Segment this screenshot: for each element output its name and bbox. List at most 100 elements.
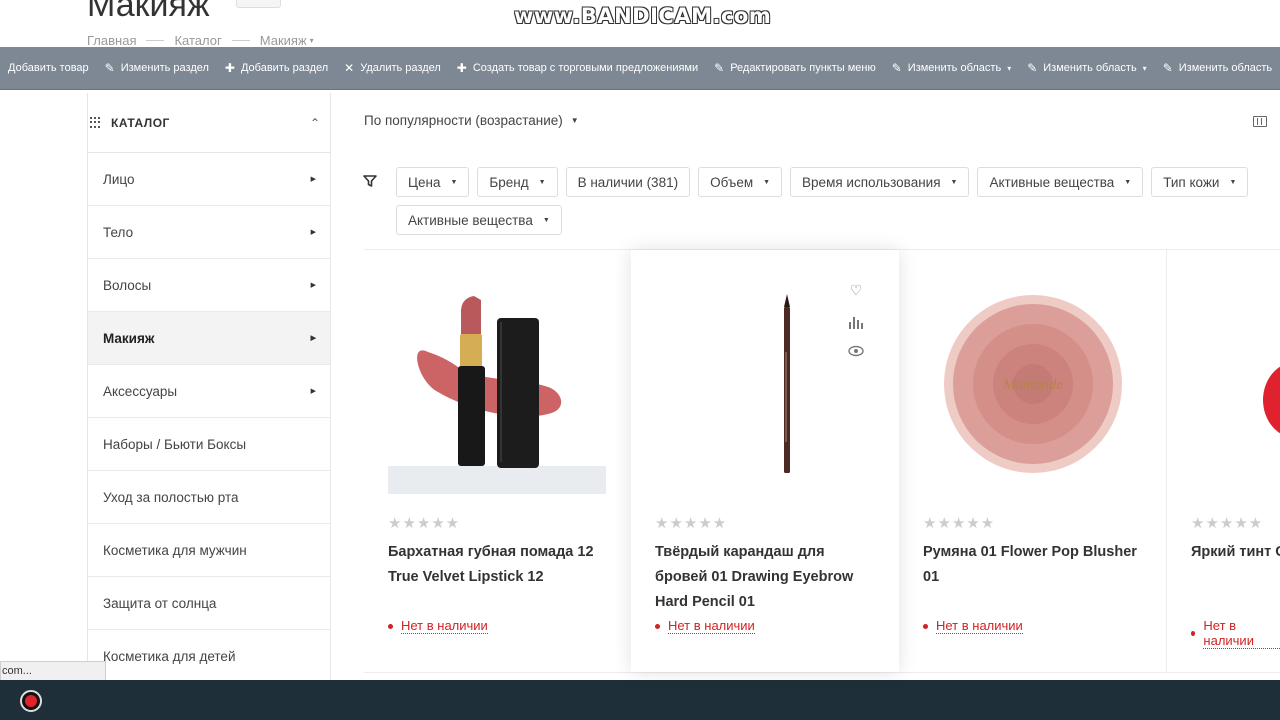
sidebar-item-kids-cosmetics[interactable]: Косметика для детей bbox=[88, 630, 331, 683]
admin-item-label: Создать товар с торговыми предложениями bbox=[472, 62, 699, 74]
rating-stars[interactable]: ★★★★★ bbox=[1191, 514, 1263, 532]
record-icon bbox=[25, 695, 37, 707]
sidebar-item-oral-care[interactable]: Уход за полостью рта bbox=[88, 471, 331, 524]
grid-divider bbox=[364, 672, 1280, 673]
filter-bar: Цена ▼ Бренд ▼ В наличии (381) Объем ▼ Врем… bbox=[396, 167, 1280, 235]
product-image[interactable] bbox=[1191, 282, 1280, 494]
pencil-icon: ✎ bbox=[891, 61, 902, 75]
product-image[interactable] bbox=[388, 282, 608, 494]
admin-edit-area-button[interactable]: ✎ Изменить область ▾ bbox=[884, 47, 1019, 89]
eye-icon[interactable] bbox=[848, 345, 864, 357]
sidebar-item-label: Уход за полостью рта bbox=[103, 489, 239, 505]
catalog-header[interactable]: КАТАЛОГ ⌃ bbox=[88, 93, 331, 153]
sidebar-item-label: Защита от солнца bbox=[103, 595, 217, 611]
filter-skin-type[interactable]: Тип кожи ▼ bbox=[1151, 167, 1249, 197]
page: Макияж www.BANDICAM.com Главная Каталог … bbox=[0, 0, 1280, 720]
admin-edit-menu-button[interactable]: ✎ Редактировать пункты меню bbox=[706, 47, 884, 89]
product-card[interactable]: ★★★★★ Яркий тинт Colorful Vivid Нет в на… bbox=[1167, 250, 1280, 672]
rating-stars[interactable]: ★★★★★ bbox=[388, 514, 460, 532]
sidebar-item-label: Лицо bbox=[103, 171, 135, 187]
filter-volume[interactable]: Объем ▼ bbox=[698, 167, 783, 197]
breadcrumb-separator bbox=[231, 40, 250, 41]
admin-create-product-offers-button[interactable]: ✚ Создать товар с торговыми предложениям… bbox=[449, 47, 706, 89]
product-name[interactable]: Бархатная губная помада 12 True Velvet L… bbox=[388, 540, 613, 590]
blusher-image: Mamonde bbox=[944, 295, 1122, 473]
breadcrumb-home[interactable]: Главная bbox=[87, 33, 136, 48]
sort-dropdown[interactable]: По популярности (возрастание) ▼ bbox=[364, 113, 579, 128]
pencil-icon: ✎ bbox=[104, 61, 115, 75]
status-dot bbox=[1191, 631, 1196, 636]
rating-stars[interactable]: ★★★★★ bbox=[923, 514, 995, 532]
admin-edit-section-button[interactable]: ✎ Изменить раздел bbox=[97, 47, 217, 89]
brand-print: Mamonde bbox=[1002, 377, 1063, 393]
heart-icon[interactable]: ♡ bbox=[850, 282, 863, 299]
admin-add-product-button[interactable]: Добавить товар bbox=[0, 47, 97, 89]
status-url-bar: com... bbox=[0, 661, 106, 681]
filter-usage-time[interactable]: Время использования ▼ bbox=[790, 167, 970, 197]
chevron-down-icon: ▼ bbox=[542, 216, 550, 224]
admin-delete-section-button[interactable]: ✕ Удалить раздел bbox=[336, 47, 449, 89]
admin-edit-area-button[interactable]: ✎ Изменить область ▾ bbox=[1019, 47, 1154, 89]
sidebar-item-beauty-boxes[interactable]: Наборы / Бьюти Боксы bbox=[88, 418, 331, 471]
product-image[interactable]: Mamonde bbox=[923, 282, 1143, 494]
sidebar-item-sun-protection[interactable]: Защита от солнца bbox=[88, 577, 331, 630]
sidebar-item-hair[interactable]: Волосы ▶ bbox=[88, 259, 331, 312]
chevron-down-icon: ▼ bbox=[950, 178, 958, 186]
product-card[interactable]: ★★★★★ Бархатная губная помада 12 True Ve… bbox=[364, 250, 632, 672]
chevron-up-icon[interactable]: ⌃ bbox=[310, 116, 320, 130]
lipstick-image bbox=[388, 296, 606, 494]
filter-label: Объем bbox=[710, 174, 754, 190]
product-name[interactable]: Яркий тинт Colorful Vivid bbox=[1191, 540, 1280, 565]
stock-status: Нет в наличии bbox=[655, 618, 755, 634]
caret-right-icon: ▶ bbox=[310, 335, 316, 342]
stock-label: Нет в наличии bbox=[936, 618, 1023, 634]
admin-edit-area-button[interactable]: ✎ Изменить область bbox=[1155, 47, 1280, 89]
filter-in-stock[interactable]: В наличии (381) bbox=[565, 167, 691, 197]
sidebar-item-label: Наборы / Бьюти Боксы bbox=[103, 436, 247, 452]
filter-price[interactable]: Цена ▼ bbox=[396, 167, 470, 197]
breadcrumb-separator bbox=[146, 40, 165, 41]
sidebar-item-mens-cosmetics[interactable]: Косметика для мужчин bbox=[88, 524, 331, 577]
chevron-down-icon[interactable]: ▾ bbox=[1007, 64, 1011, 73]
filter-brand[interactable]: Бренд ▼ bbox=[477, 167, 558, 197]
sidebar-item-makeup[interactable]: Макияж ▶ bbox=[88, 312, 331, 365]
rating-stars[interactable]: ★★★★★ bbox=[655, 514, 727, 532]
sidebar-item-body[interactable]: Тело ▶ bbox=[88, 206, 331, 259]
chevron-down-icon[interactable]: ▾ bbox=[310, 36, 314, 45]
product-name[interactable]: Твёрдый карандаш для бровей 01 Drawing E… bbox=[655, 540, 880, 615]
chevron-down-icon: ▼ bbox=[763, 178, 771, 186]
breadcrumb-catalog[interactable]: Каталог bbox=[174, 33, 221, 48]
chevron-down-icon: ▼ bbox=[538, 178, 546, 186]
sidebar-item-accessories[interactable]: Аксессуары ▶ bbox=[88, 365, 331, 418]
filter-label: В наличии (381) bbox=[577, 174, 679, 190]
pencil-icon: ✎ bbox=[1162, 61, 1173, 75]
chevron-down-icon: ▼ bbox=[570, 116, 579, 125]
admin-item-label: Удалить раздел bbox=[360, 62, 441, 74]
pencil-icon: ✎ bbox=[714, 61, 725, 75]
filter-icon[interactable] bbox=[363, 175, 377, 187]
chevron-down-icon: ▼ bbox=[1124, 178, 1132, 186]
grid-view-icon[interactable] bbox=[1253, 116, 1267, 127]
admin-add-section-button[interactable]: ✚ Добавить раздел bbox=[217, 47, 336, 89]
compare-icon[interactable] bbox=[848, 315, 864, 329]
product-card[interactable]: Mamonde ★★★★★ Румяна 01 Flower Pop Blush… bbox=[899, 250, 1167, 672]
stock-status: Нет в наличии bbox=[1191, 618, 1280, 649]
tint-image bbox=[1263, 366, 1280, 434]
sidebar-item-label: Макияж bbox=[103, 330, 155, 346]
filter-active-ingredients[interactable]: Активные вещества ▼ bbox=[977, 167, 1144, 197]
product-name[interactable]: Румяна 01 Flower Pop Blusher 01 bbox=[923, 540, 1148, 590]
record-button[interactable] bbox=[20, 690, 42, 712]
admin-item-label: Добавить раздел bbox=[240, 62, 329, 74]
sidebar-item-label: Тело bbox=[103, 224, 134, 240]
breadcrumb-makeup[interactable]: Макияж bbox=[260, 33, 307, 48]
sidebar-item-label: Волосы bbox=[103, 277, 152, 293]
filter-active-ingredients-2[interactable]: Активные вещества ▼ bbox=[396, 205, 562, 235]
chevron-down-icon[interactable]: ▾ bbox=[1143, 64, 1147, 73]
title-badge bbox=[236, 0, 281, 8]
filter-label: Цена bbox=[408, 174, 441, 190]
caret-right-icon: ▶ bbox=[310, 388, 316, 395]
sidebar-item-face[interactable]: Лицо ▶ bbox=[88, 153, 331, 206]
product-image[interactable] bbox=[655, 282, 875, 494]
sort-label: По популярности (возрастание) bbox=[364, 113, 563, 128]
product-card[interactable]: ♡ ★★★★★ Твёрдый карандаш для бровей 01 D… bbox=[631, 250, 899, 672]
